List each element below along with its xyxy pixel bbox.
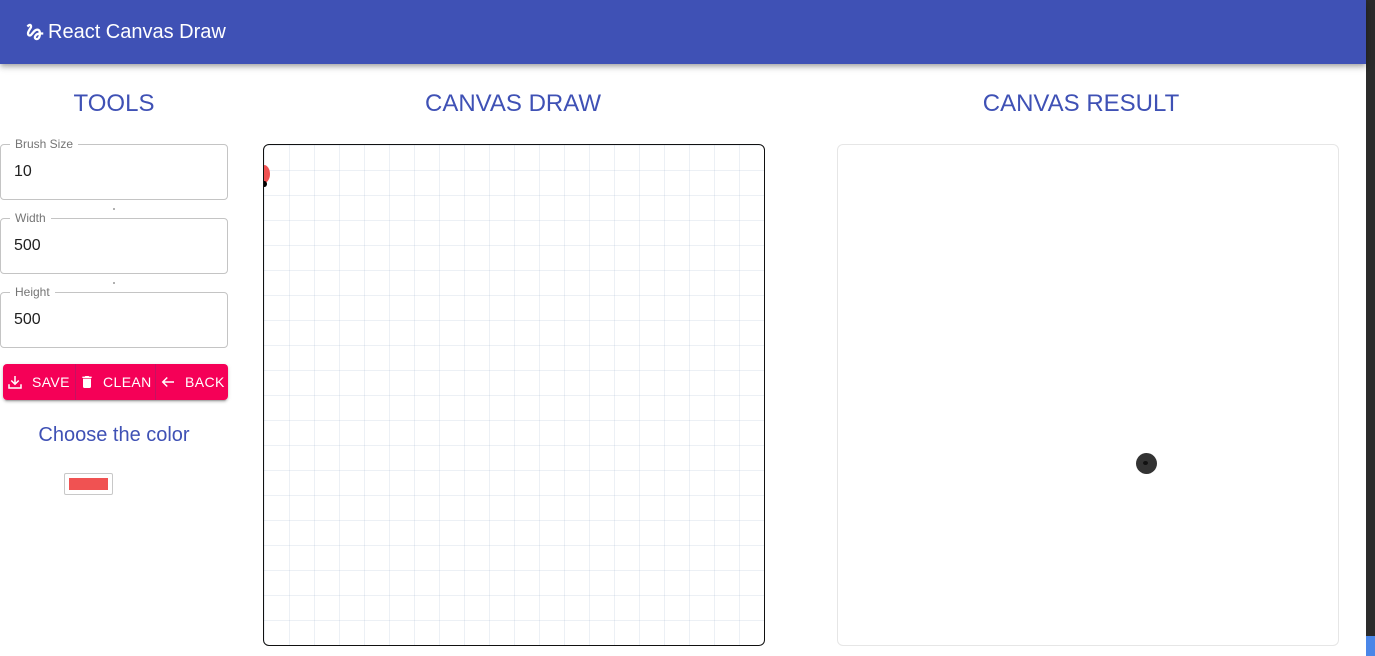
brush-stroke (264, 181, 267, 187)
width-label: Width (10, 211, 51, 225)
height-label: Height (10, 285, 55, 299)
app-title: React Canvas Draw (48, 20, 226, 43)
back-button[interactable]: BACK (155, 364, 228, 400)
save-label: SAVE (32, 374, 70, 390)
clean-label: CLEAN (103, 374, 152, 390)
brush-size-label: Brush Size (10, 137, 79, 151)
canvas-draw-heading: CANVAS DRAW (424, 90, 601, 117)
app-bar: React Canvas Draw (0, 0, 1366, 64)
scrollbar-thumb[interactable] (1366, 636, 1375, 656)
color-heading: Choose the color (38, 424, 190, 446)
brush-size-field[interactable]: Brush Size (0, 137, 228, 200)
width-field[interactable]: Width (0, 211, 228, 274)
selected-color-swatch (69, 478, 108, 490)
width-input[interactable] (14, 237, 214, 255)
tools-heading: TOOLS (73, 90, 155, 117)
result-stroke-dot (1136, 453, 1157, 474)
save-button[interactable]: SAVE (3, 364, 75, 400)
color-picker-button[interactable] (64, 473, 113, 495)
vertical-scrollbar[interactable] (1366, 0, 1375, 656)
gesture-icon (26, 23, 44, 41)
download-icon (8, 376, 22, 389)
canvas-result-heading: CANVAS RESULT (982, 90, 1180, 117)
brush-size-input[interactable] (14, 163, 214, 181)
divider-dot (113, 282, 115, 284)
trash-icon (82, 376, 92, 388)
result-canvas (837, 144, 1339, 646)
height-input[interactable] (14, 311, 214, 329)
drawing-canvas[interactable] (263, 144, 765, 646)
clean-button[interactable]: CLEAN (75, 364, 155, 400)
action-button-group: SAVE CLEAN BACK (3, 364, 228, 400)
divider-dot (113, 208, 115, 210)
height-field[interactable]: Height (0, 285, 228, 348)
arrow-left-icon (161, 376, 174, 388)
back-label: BACK (185, 374, 225, 390)
